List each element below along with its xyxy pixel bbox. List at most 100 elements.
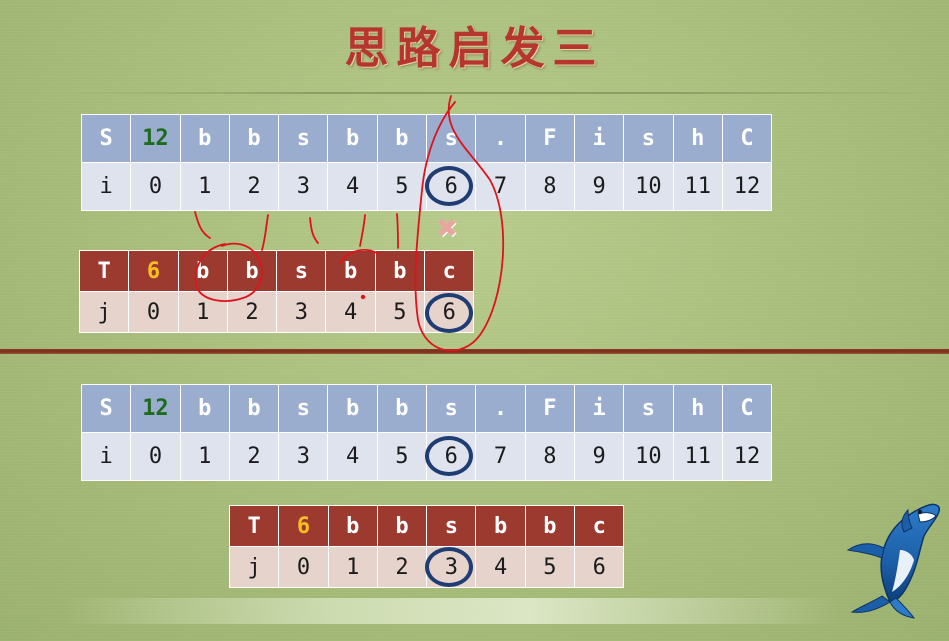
top-s-char-cell: b	[376, 114, 428, 163]
bottom-s-index-cell: 5	[376, 432, 428, 481]
top-pattern-t-table: T 6 b b s b b c j 0 1 2 3 4 5 6	[78, 250, 475, 333]
bottom-t-char-cell: b	[327, 505, 378, 547]
top-s-index-cell: 12	[721, 162, 773, 211]
mismatch-x-icon: ✖	[436, 214, 458, 244]
top-t-char-cell: b	[325, 250, 376, 292]
top-s-index-label: i	[80, 162, 132, 211]
bottom-s-index-cell: 12	[721, 432, 773, 481]
top-t-char-row: T 6 b b s b b c	[78, 250, 475, 292]
shark-mascot-icon	[846, 503, 940, 619]
bottom-s-index-cell: 3	[278, 432, 329, 481]
bottom-t-index-3-circle	[425, 547, 473, 587]
bottom-t-index-cell: 0	[278, 546, 329, 588]
top-t-index-cell: 1	[177, 291, 228, 333]
top-s-index-cell: 4	[327, 162, 378, 211]
top-t-index-cell: 2	[226, 291, 278, 333]
bottom-s-char-row: S 12 b b s b b s . F i s h C	[80, 384, 773, 433]
bottom-s-char-cell: i	[573, 384, 625, 433]
bottom-t-index-cell: 1	[327, 546, 378, 588]
bottom-s-char-cell: s	[623, 384, 674, 433]
top-t-char-cell: b	[177, 250, 228, 292]
top-s-index-cell: 11	[672, 162, 723, 211]
top-s-index-cell: 8	[524, 162, 575, 211]
top-t-length-cell: 6	[128, 250, 179, 292]
top-t-index-cell: 4	[325, 291, 376, 333]
top-s-char-cell: s	[426, 114, 477, 163]
bottom-t-label-cell: T	[228, 505, 280, 547]
bottom-s-index-cell: 10	[623, 432, 674, 481]
top-t-index-cell: 3	[276, 291, 327, 333]
bottom-t-char-cell: c	[574, 505, 625, 547]
top-s-index-cell: 2	[228, 162, 280, 211]
annotation-stroke-1	[194, 211, 211, 239]
top-t-label-cell: T	[78, 250, 130, 292]
annotation-stroke-5	[396, 213, 399, 249]
top-t-char-cell: b	[226, 250, 278, 292]
annotation-stroke-3	[309, 217, 319, 244]
bottom-s-char-cell: s	[426, 384, 477, 433]
top-s-char-cell: s	[278, 114, 329, 163]
bottom-s-index-cell: 8	[524, 432, 575, 481]
top-s-length-cell: 12	[130, 114, 181, 163]
top-s-char-cell: b	[327, 114, 378, 163]
bottom-t-index-label: j	[228, 546, 280, 588]
bottom-t-index-cell: 5	[524, 546, 576, 588]
bottom-string-s-table: S 12 b b s b b s . F i s h C i 0 1 2 3 4…	[80, 384, 773, 481]
top-s-char-cell: b	[228, 114, 280, 163]
bottom-t-char-cell: s	[426, 505, 477, 547]
bottom-s-char-cell: F	[524, 384, 575, 433]
top-t-index-row: j 0 1 2 3 4 5 6	[78, 291, 475, 333]
bottom-s-index-label: i	[80, 432, 132, 481]
bottom-s-char-cell: .	[475, 384, 526, 433]
top-s-index-cell: 3	[278, 162, 329, 211]
top-t-char-cell: s	[276, 250, 327, 292]
bottom-s-label-cell: S	[80, 384, 132, 433]
top-s-index-cell: 10	[623, 162, 674, 211]
bottom-s-char-cell: h	[672, 384, 723, 433]
title-underline	[60, 92, 940, 94]
bottom-s-char-cell: C	[721, 384, 773, 433]
annotation-stroke-4	[359, 214, 366, 247]
bottom-s-index-cell: 4	[327, 432, 378, 481]
top-s-char-cell: b	[179, 114, 230, 163]
top-s-index-cell: 9	[573, 162, 625, 211]
bottom-t-char-cell: b	[524, 505, 576, 547]
top-string-s-table: S 12 b b s b b s . F i s h C i 0 1 2 3 4…	[80, 114, 773, 211]
bottom-s-char-cell: b	[376, 384, 428, 433]
top-t-index-label: j	[78, 291, 130, 333]
top-s-char-cell: F	[524, 114, 575, 163]
top-s-index-cell: 0	[130, 162, 181, 211]
bottom-t-char-row: T 6 b b s b b c	[228, 505, 625, 547]
bottom-t-index-cell: 6	[574, 546, 625, 588]
top-s-char-cell: i	[573, 114, 625, 163]
bottom-s-char-cell: b	[179, 384, 230, 433]
top-s-index-6-circle	[425, 166, 473, 206]
top-s-label-cell: S	[80, 114, 132, 163]
bottom-s-index-cell: 1	[179, 432, 230, 481]
top-t-index-6-circle	[425, 293, 473, 333]
top-s-char-cell: s	[623, 114, 674, 163]
top-t-index-cell: 5	[374, 291, 426, 333]
bottom-s-length-cell: 12	[130, 384, 181, 433]
bottom-t-char-cell: b	[376, 505, 428, 547]
bottom-t-index-cell: 4	[475, 546, 526, 588]
top-t-index-cell: 0	[128, 291, 179, 333]
top-s-char-cell: .	[475, 114, 526, 163]
bottom-highlight-band	[60, 598, 840, 624]
bottom-s-index-cell: 11	[672, 432, 723, 481]
bottom-s-index-cell: 9	[573, 432, 625, 481]
top-s-char-row: S 12 b b s b b s . F i s h C	[80, 114, 773, 163]
bottom-s-char-cell: b	[327, 384, 378, 433]
top-s-index-cell: 1	[179, 162, 230, 211]
bottom-s-index-cell: 7	[475, 432, 526, 481]
bottom-s-index-cell: 0	[130, 432, 181, 481]
bottom-t-index-cell: 2	[376, 546, 428, 588]
bottom-s-char-cell: s	[278, 384, 329, 433]
top-s-index-cell: 5	[376, 162, 428, 211]
bottom-t-char-cell: b	[475, 505, 526, 547]
annotation-stroke-2	[261, 214, 269, 251]
top-s-char-cell: C	[721, 114, 773, 163]
bottom-s-index-6-circle	[425, 436, 473, 476]
slide-title: 思路启发三	[344, 23, 605, 74]
section-divider	[0, 349, 949, 354]
